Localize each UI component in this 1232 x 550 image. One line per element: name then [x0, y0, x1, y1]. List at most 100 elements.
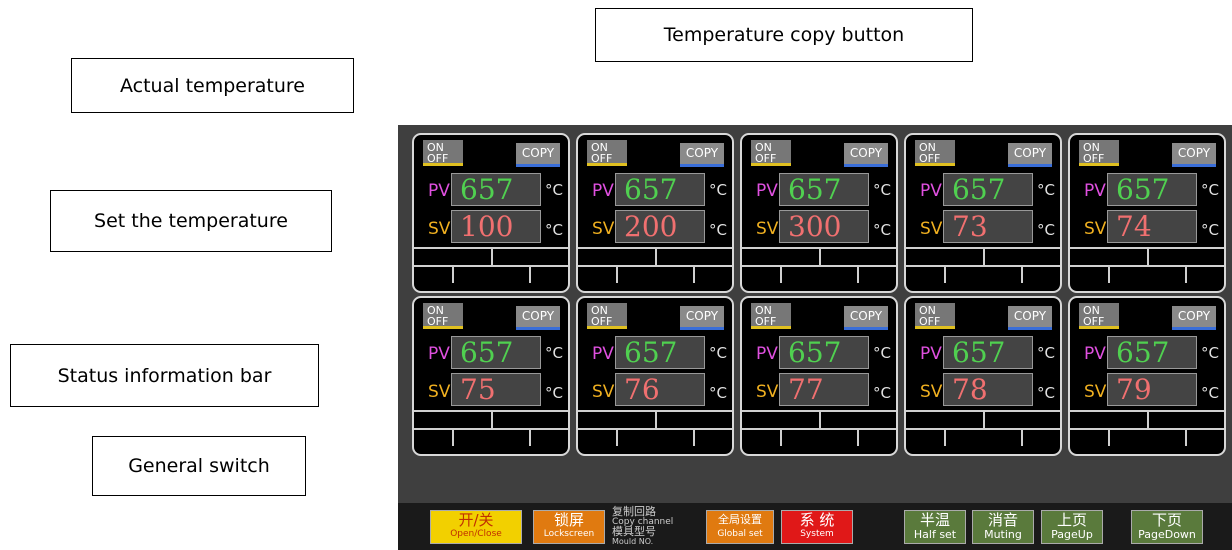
global-set-button[interactable]: 全局设置 Global set — [706, 510, 774, 544]
pv-value: 657 — [779, 173, 869, 206]
on-off-button[interactable]: ON OFF — [587, 303, 627, 329]
status-divider — [1021, 428, 1023, 446]
channel-card: ON OFF COPY PV 657 °C SV 77 °C — [740, 296, 898, 456]
page-down-button[interactable]: 下页 PageDown — [1131, 510, 1203, 544]
channel-grid: ON OFF COPY PV 657 °C SV 100 °C ON OFF COPY PV 657 °C S… — [412, 133, 1226, 456]
on-off-button[interactable]: ON OFF — [423, 140, 463, 166]
pv-label: PV — [756, 181, 778, 201]
on-off-button[interactable]: ON OFF — [915, 303, 955, 329]
sv-value[interactable]: 73 — [943, 210, 1033, 243]
pv-unit: °C — [873, 344, 891, 362]
sv-value[interactable]: 75 — [451, 373, 541, 406]
pv-value: 657 — [1107, 336, 1197, 369]
sv-value[interactable]: 300 — [779, 210, 869, 243]
half-set-button[interactable]: 半温 Half set — [904, 510, 966, 544]
callout-set-temperature: Set the temperature — [50, 190, 332, 252]
pv-unit: °C — [545, 181, 563, 199]
copy-button[interactable]: COPY — [680, 306, 724, 330]
copy-button[interactable]: COPY — [516, 143, 560, 167]
copy-button[interactable]: COPY — [844, 143, 888, 167]
status-divider — [1108, 265, 1110, 283]
on-off-button[interactable]: ON OFF — [1079, 303, 1119, 329]
sv-value[interactable]: 76 — [615, 373, 705, 406]
on-off-button[interactable]: ON OFF — [915, 140, 955, 166]
status-divider — [1021, 265, 1023, 283]
status-divider — [529, 428, 531, 446]
system-button[interactable]: 系 统 System — [781, 510, 853, 544]
pv-unit: °C — [1037, 344, 1055, 362]
status-divider — [1147, 247, 1149, 265]
sv-unit: °C — [873, 221, 891, 239]
copy-button[interactable]: COPY — [1008, 306, 1052, 330]
on-off-button[interactable]: ON OFF — [751, 303, 791, 329]
status-line — [414, 265, 568, 267]
on-off-button[interactable]: ON OFF — [587, 140, 627, 166]
copy-button[interactable]: COPY — [1172, 143, 1216, 167]
pv-value: 657 — [1107, 173, 1197, 206]
status-divider — [944, 265, 946, 283]
on-off-button[interactable]: ON OFF — [423, 303, 463, 329]
copy-channel-label: 复制回路 Copy channel 模具型号 Mould NO. — [612, 505, 674, 546]
sv-value[interactable]: 100 — [451, 210, 541, 243]
status-divider — [819, 247, 821, 265]
open-close-button[interactable]: 开/关 Open/Close — [430, 510, 522, 544]
copy-button[interactable]: COPY — [844, 306, 888, 330]
sv-label: SV — [1084, 219, 1107, 239]
status-divider — [944, 428, 946, 446]
status-divider — [819, 410, 821, 428]
on-off-button[interactable]: ON OFF — [1079, 140, 1119, 166]
sv-unit: °C — [709, 384, 727, 402]
sv-unit: °C — [545, 384, 563, 402]
pv-label: PV — [1084, 181, 1106, 201]
callout-actual-temperature: Actual temperature — [71, 58, 354, 113]
status-divider — [1108, 428, 1110, 446]
on-off-button[interactable]: ON OFF — [751, 140, 791, 166]
sv-value[interactable]: 200 — [615, 210, 705, 243]
copy-button[interactable]: COPY — [680, 143, 724, 167]
pv-unit: °C — [545, 344, 563, 362]
status-line — [906, 428, 1060, 430]
pv-unit: °C — [873, 181, 891, 199]
copy-button[interactable]: COPY — [1008, 143, 1052, 167]
sv-value[interactable]: 77 — [779, 373, 869, 406]
sv-unit: °C — [1037, 221, 1055, 239]
sv-value[interactable]: 74 — [1107, 210, 1197, 243]
controller-screen: ON OFF COPY PV 657 °C SV 100 °C ON OFF COPY PV 657 °C S… — [398, 125, 1232, 550]
pv-label: PV — [592, 344, 614, 364]
channel-card: ON OFF COPY PV 657 °C SV 100 °C — [412, 133, 570, 293]
page-up-button[interactable]: 上页 PageUp — [1041, 510, 1103, 544]
pv-label: PV — [920, 344, 942, 364]
sv-label: SV — [428, 382, 451, 402]
pv-label: PV — [428, 181, 450, 201]
status-divider — [616, 265, 618, 283]
sv-unit: °C — [873, 384, 891, 402]
muting-button[interactable]: 消音 Muting — [972, 510, 1034, 544]
status-divider — [491, 410, 493, 428]
copy-button[interactable]: COPY — [516, 306, 560, 330]
channel-card: ON OFF COPY PV 657 °C SV 78 °C — [904, 296, 1062, 456]
status-divider — [983, 410, 985, 428]
bottom-toolbar: 开/关 Open/Close 锁屏 Lockscreen 复制回路 Copy c… — [398, 503, 1232, 550]
status-line — [906, 265, 1060, 267]
status-divider — [857, 265, 859, 283]
status-divider — [452, 265, 454, 283]
sv-value[interactable]: 79 — [1107, 373, 1197, 406]
status-line — [578, 428, 732, 430]
sv-value[interactable]: 78 — [943, 373, 1033, 406]
lockscreen-button[interactable]: 锁屏 Lockscreen — [533, 510, 605, 544]
callout-copy-button: Temperature copy button — [595, 8, 973, 62]
status-divider — [780, 428, 782, 446]
status-line — [1070, 265, 1224, 267]
pv-value: 657 — [943, 336, 1033, 369]
sv-label: SV — [428, 219, 451, 239]
channel-card: ON OFF COPY PV 657 °C SV 74 °C — [1068, 133, 1226, 293]
channel-card: ON OFF COPY PV 657 °C SV 76 °C — [576, 296, 734, 456]
sv-label: SV — [592, 219, 615, 239]
sv-unit: °C — [1037, 384, 1055, 402]
sv-unit: °C — [1201, 384, 1219, 402]
status-divider — [655, 247, 657, 265]
copy-button[interactable]: COPY — [1172, 306, 1216, 330]
status-divider — [452, 428, 454, 446]
sv-label: SV — [756, 219, 779, 239]
pv-unit: °C — [1037, 181, 1055, 199]
